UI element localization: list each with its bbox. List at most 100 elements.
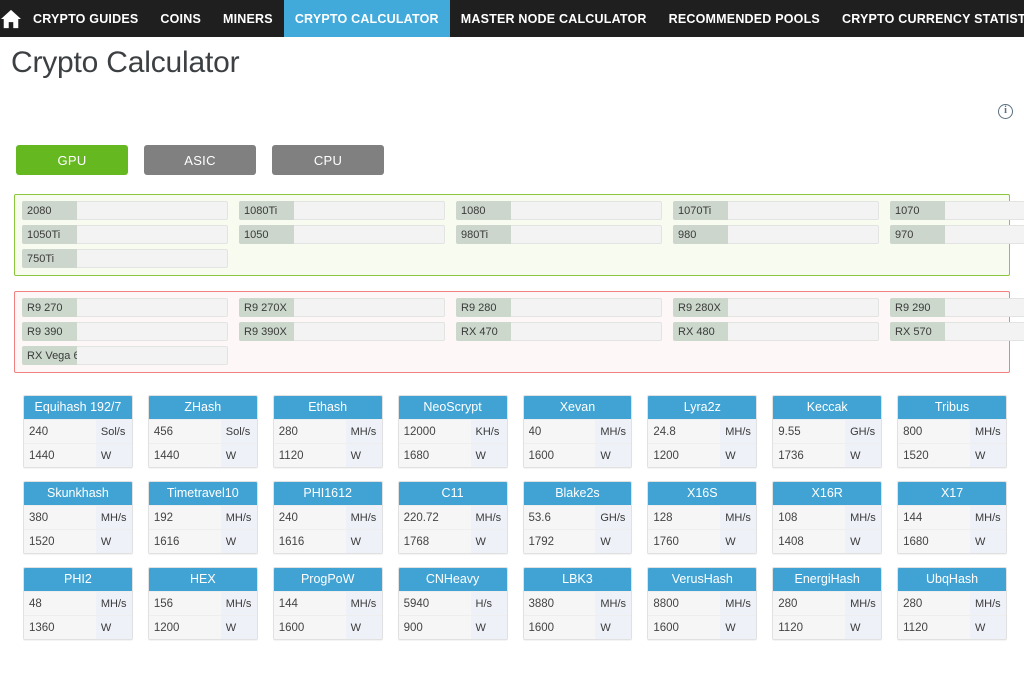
power-input[interactable]	[274, 616, 346, 639]
gpu-count-input[interactable]	[77, 201, 228, 220]
gpu-count-input[interactable]	[511, 225, 662, 244]
power-row: W	[898, 615, 1006, 639]
nav-item-crypto-currency-statistics[interactable]: CRYPTO CURRENCY STATISTICS	[831, 0, 1024, 37]
hashrate-unit-label: MH/s	[346, 420, 382, 443]
hashrate-input[interactable]	[149, 506, 221, 529]
home-icon[interactable]	[0, 0, 22, 37]
hashrate-input[interactable]	[24, 592, 96, 615]
algorithm-card: ProgPoWMH/sW	[273, 567, 383, 640]
gpu-count-input[interactable]	[945, 322, 1024, 341]
gpu-panel-amd: R9 270R9 270XR9 280R9 280XR9 290R9 380R9…	[14, 291, 1010, 373]
info-circle-icon[interactable]: i	[998, 104, 1013, 119]
hashrate-input[interactable]	[524, 506, 596, 529]
hashrate-input[interactable]	[648, 592, 720, 615]
power-input[interactable]	[898, 444, 970, 467]
hashrate-row: MH/s	[648, 591, 756, 615]
hashrate-input[interactable]	[898, 420, 970, 443]
power-input[interactable]	[399, 616, 471, 639]
power-unit-label: W	[970, 444, 1006, 467]
hashrate-input[interactable]	[399, 506, 471, 529]
gpu-model-label: RX 570	[890, 322, 945, 341]
power-input[interactable]	[524, 530, 596, 553]
hashrate-input[interactable]	[24, 420, 96, 443]
power-input[interactable]	[149, 616, 221, 639]
power-input[interactable]	[149, 444, 221, 467]
nav-item-recommended-pools[interactable]: RECOMMENDED POOLS	[658, 0, 831, 37]
algorithm-name-header: X16R	[773, 482, 881, 505]
power-input[interactable]	[274, 444, 346, 467]
gpu-count-input[interactable]	[511, 322, 662, 341]
algorithm-name-header: Keccak	[773, 396, 881, 419]
gpu-count-input[interactable]	[728, 201, 879, 220]
hashrate-input[interactable]	[399, 592, 471, 615]
hashrate-row: MH/s	[274, 591, 382, 615]
power-input[interactable]	[24, 530, 96, 553]
algorithm-card: LBK3MH/sW	[523, 567, 633, 640]
hashrate-input[interactable]	[773, 506, 845, 529]
power-input[interactable]	[773, 530, 845, 553]
hashrate-input[interactable]	[274, 420, 346, 443]
gpu-count-input[interactable]	[728, 225, 879, 244]
gpu-count-input[interactable]	[728, 298, 879, 317]
power-unit-label: W	[720, 616, 756, 639]
nav-item-coins[interactable]: COINS	[149, 0, 212, 37]
algorithm-name-header: NeoScrypt	[399, 396, 507, 419]
hashrate-input[interactable]	[274, 592, 346, 615]
hashrate-input[interactable]	[648, 420, 720, 443]
gpu-count-input[interactable]	[294, 298, 445, 317]
power-input[interactable]	[149, 530, 221, 553]
type-button-gpu[interactable]: GPU	[16, 145, 128, 175]
power-input[interactable]	[24, 616, 96, 639]
gpu-count-input[interactable]	[945, 225, 1024, 244]
hashrate-row: MH/s	[898, 591, 1006, 615]
hashrate-input[interactable]	[773, 592, 845, 615]
power-input[interactable]	[24, 444, 96, 467]
gpu-count-input[interactable]	[77, 225, 228, 244]
hashrate-input[interactable]	[24, 506, 96, 529]
power-input[interactable]	[648, 444, 720, 467]
hashrate-unit-label: Sol/s	[96, 420, 132, 443]
nav-item-crypto-calculator[interactable]: CRYPTO CALCULATOR	[284, 0, 450, 37]
hashrate-row: GH/s	[773, 419, 881, 443]
type-button-asic[interactable]: ASIC	[144, 145, 256, 175]
hashrate-input[interactable]	[898, 592, 970, 615]
gpu-count-input[interactable]	[77, 249, 228, 268]
gpu-count-input[interactable]	[294, 322, 445, 341]
hashrate-input[interactable]	[898, 506, 970, 529]
power-input[interactable]	[399, 444, 471, 467]
power-input[interactable]	[524, 444, 596, 467]
hashrate-input[interactable]	[274, 506, 346, 529]
power-input[interactable]	[274, 530, 346, 553]
hashrate-input[interactable]	[399, 420, 471, 443]
hashrate-input[interactable]	[149, 592, 221, 615]
power-input[interactable]	[399, 530, 471, 553]
hashrate-input[interactable]	[773, 420, 845, 443]
hashrate-input[interactable]	[524, 592, 596, 615]
gpu-count-input[interactable]	[945, 298, 1024, 317]
nav-item-miners[interactable]: MINERS	[212, 0, 284, 37]
power-row: W	[524, 615, 632, 639]
power-input[interactable]	[773, 444, 845, 467]
gpu-count-input[interactable]	[728, 322, 879, 341]
gpu-count-input[interactable]	[511, 201, 662, 220]
power-input[interactable]	[648, 616, 720, 639]
hashrate-input[interactable]	[524, 420, 596, 443]
power-input[interactable]	[898, 530, 970, 553]
power-input[interactable]	[648, 530, 720, 553]
gpu-count-input[interactable]	[77, 322, 228, 341]
power-input[interactable]	[898, 616, 970, 639]
power-input[interactable]	[524, 616, 596, 639]
gpu-count-input[interactable]	[77, 346, 228, 365]
hashrate-input[interactable]	[648, 506, 720, 529]
nav-item-crypto-guides[interactable]: CRYPTO GUIDES	[22, 0, 149, 37]
nav-item-master-node-calculator[interactable]: MASTER NODE CALCULATOR	[450, 0, 658, 37]
hashrate-input[interactable]	[149, 420, 221, 443]
power-input[interactable]	[773, 616, 845, 639]
gpu-count-input[interactable]	[77, 298, 228, 317]
type-button-cpu[interactable]: CPU	[272, 145, 384, 175]
gpu-count-input[interactable]	[294, 225, 445, 244]
gpu-count-input[interactable]	[945, 201, 1024, 220]
gpu-count-input[interactable]	[294, 201, 445, 220]
gpu-count-input[interactable]	[511, 298, 662, 317]
hashrate-unit-label: MH/s	[720, 420, 756, 443]
